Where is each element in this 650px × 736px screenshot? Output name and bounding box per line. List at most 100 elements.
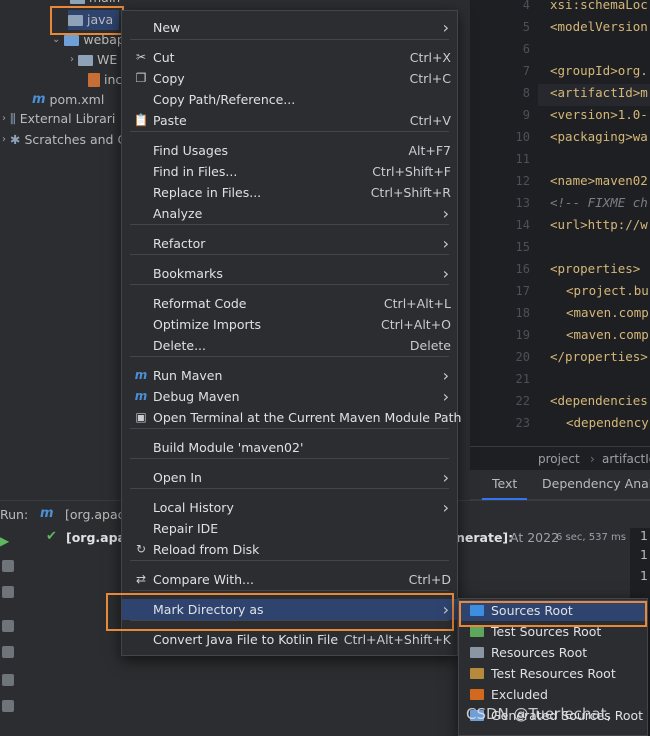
tree-item-web-inf[interactable]: › WE <box>70 50 117 70</box>
code-line: <maven.comp <box>566 305 649 320</box>
code-editor[interactable]: 4 5 6 7 8 9 10 11 12 13 14 15 16 17 18 19 20 21 22 23 xsi:s… <box>470 0 650 470</box>
line-number: 19 <box>515 328 530 342</box>
scratches-icon: ✱ <box>10 132 21 147</box>
view-icon[interactable] <box>2 646 14 658</box>
menu-item-label: Reload from Disk <box>153 542 260 557</box>
code-line: <url>http://w <box>550 217 648 232</box>
chevron-right-icon: › <box>442 366 449 385</box>
menu-item-find-usages[interactable]: Find Usages Alt+F7 <box>122 140 457 161</box>
tab-text[interactable]: Text <box>482 470 528 500</box>
highlight-java-folder <box>50 6 124 35</box>
menu-item-shortcut: Ctrl+X <box>409 50 451 65</box>
menu-item-debug-maven[interactable]: m Debug Maven › <box>122 386 457 407</box>
menu-item-label: Refactor <box>153 236 206 251</box>
libraries-icon: ⫼ <box>10 111 16 126</box>
maven-debug-icon: m <box>134 389 148 403</box>
run-toolbar: ▶ <box>0 528 18 736</box>
chevron-right-icon[interactable]: › <box>2 130 6 150</box>
menu-item-label: Local History <box>153 500 234 515</box>
menu-item-label: Open In <box>153 470 202 485</box>
tree-item-external-libraries[interactable]: › ⫼ External Librari <box>2 109 115 129</box>
menu-item-label: Paste <box>153 113 187 128</box>
menu-item-optimize-imports[interactable]: Optimize Imports Ctrl+Alt+O <box>122 314 457 335</box>
tree-item-pom[interactable]: m pom.xml <box>32 90 104 110</box>
menu-item-analyze[interactable]: Analyze › <box>122 203 457 224</box>
chevron-right-icon: › <box>442 204 449 223</box>
terminal-icon: ▣ <box>135 410 147 424</box>
menu-item-delete[interactable]: Delete... Delete <box>122 335 457 356</box>
tab-dependency-analyzer[interactable]: Dependency Analy <box>542 470 650 500</box>
menu-item-copy-path-reference[interactable]: Copy Path/Reference... <box>122 89 457 110</box>
menu-item-find-in-files[interactable]: Find in Files... Ctrl+Shift+F <box>122 161 457 182</box>
menu-item-new[interactable]: New › <box>122 17 457 38</box>
stop-icon[interactable] <box>2 620 14 632</box>
menu-item-shortcut: Ctrl+Alt+L <box>383 296 451 311</box>
menu-item-open-in[interactable]: Open In › <box>122 467 457 488</box>
menu-item-build-module-maven02[interactable]: Build Module 'maven02' <box>122 437 457 458</box>
submenu-item-label: Excluded <box>491 687 548 702</box>
menu-item-run-maven[interactable]: m Run Maven › <box>122 365 457 386</box>
breadcrumb-project[interactable]: project <box>538 447 580 471</box>
menu-item-replace-in-files[interactable]: Replace in Files... Ctrl+Shift+R <box>122 182 457 203</box>
line-number: 21 <box>515 372 530 386</box>
breadcrumb-artifactid[interactable]: artifactId <box>602 447 650 471</box>
menu-separator <box>130 458 449 459</box>
menu-item-label: New <box>153 20 181 35</box>
code-line: <version>1.0- <box>550 107 648 122</box>
console-line: 1 <box>640 547 648 562</box>
rerun-icon[interactable]: ▶ <box>0 534 9 548</box>
run-tab[interactable]: [org.apac <box>65 507 124 522</box>
tree-item-index-jsp[interactable]: inc <box>88 70 122 90</box>
menu-item-label: Debug Maven <box>153 389 240 404</box>
menu-item-repair-ide[interactable]: Repair IDE <box>122 518 457 539</box>
menu-item-paste[interactable]: 📋 Paste Ctrl+V <box>122 110 457 131</box>
menu-item-label: Copy Path/Reference... <box>153 92 296 107</box>
menu-item-local-history[interactable]: Local History › <box>122 497 457 518</box>
code-line: <modelVersion <box>550 19 648 34</box>
submenu-item-excluded[interactable]: Excluded <box>459 684 647 705</box>
context-menu: New › ✂ Cut Ctrl+X ❐ Copy Ctrl+C Copy Path/Refer… <box>121 10 461 656</box>
chevron-right-icon: › <box>442 264 449 283</box>
menu-item-convert-java-file-to-kotlin-file[interactable]: Convert Java File to Kotlin File Ctrl+Alt… <box>122 629 457 650</box>
menu-item-copy[interactable]: ❐ Copy Ctrl+C <box>122 68 457 89</box>
submenu-item-test-resources-root[interactable]: Test Resources Root <box>459 663 647 684</box>
submenu-item-resources-root[interactable]: Resources Root <box>459 642 647 663</box>
menu-item-reformat-code[interactable]: Reformat Code Ctrl+Alt+L <box>122 293 457 314</box>
menu-item-label: Convert Java File to Kotlin File <box>153 632 339 647</box>
menu-separator <box>130 39 449 40</box>
run-duration: 6 sec, 537 ms <box>556 532 626 543</box>
chevron-right-icon: › <box>442 468 449 487</box>
line-number: 13 <box>515 196 530 210</box>
menu-item-compare-with[interactable]: ⇄ Compare With... Ctrl+D <box>122 569 457 590</box>
breadcrumb: project › artifactId <box>470 446 650 470</box>
settings-icon[interactable] <box>2 700 14 712</box>
line-number: 22 <box>515 394 530 408</box>
camera-icon[interactable] <box>2 674 14 686</box>
chevron-right-icon: › <box>442 234 449 253</box>
chevron-right-icon[interactable]: › <box>70 50 74 70</box>
menu-separator <box>130 590 449 591</box>
chevron-right-icon[interactable]: › <box>2 109 6 129</box>
line-number: 23 <box>515 416 530 430</box>
copy-icon: ❐ <box>135 71 147 85</box>
tool-icon[interactable] <box>2 586 14 598</box>
editor-bottom-tabs: Text Dependency Analy <box>470 470 650 500</box>
menu-item-refactor[interactable]: Refactor › <box>122 233 457 254</box>
menu-item-reload-from-disk[interactable]: ↻ Reload from Disk <box>122 539 457 560</box>
code-line: <artifactId>m <box>550 85 648 100</box>
line-number: 8 <box>522 86 530 100</box>
tree-item-scratches[interactable]: › ✱ Scratches and C <box>2 130 126 150</box>
menu-separator <box>130 131 449 132</box>
menu-item-bookmarks[interactable]: Bookmarks › <box>122 263 457 284</box>
menu-item-open-terminal-at-the-current-maven-module-path[interactable]: ▣ Open Terminal at the Current Maven Modu… <box>122 407 461 428</box>
menu-separator <box>130 428 449 429</box>
maven-icon: m <box>40 506 54 521</box>
menu-item-cut[interactable]: ✂ Cut Ctrl+X <box>122 47 457 68</box>
jsp-file-icon <box>88 73 100 87</box>
line-number: 9 <box>522 108 530 122</box>
tool-icon[interactable] <box>2 560 14 572</box>
run-message: nerate]: <box>456 530 514 545</box>
success-check-icon: ✔ <box>46 529 57 544</box>
line-number: 16 <box>515 262 530 276</box>
menu-separator <box>130 254 449 255</box>
